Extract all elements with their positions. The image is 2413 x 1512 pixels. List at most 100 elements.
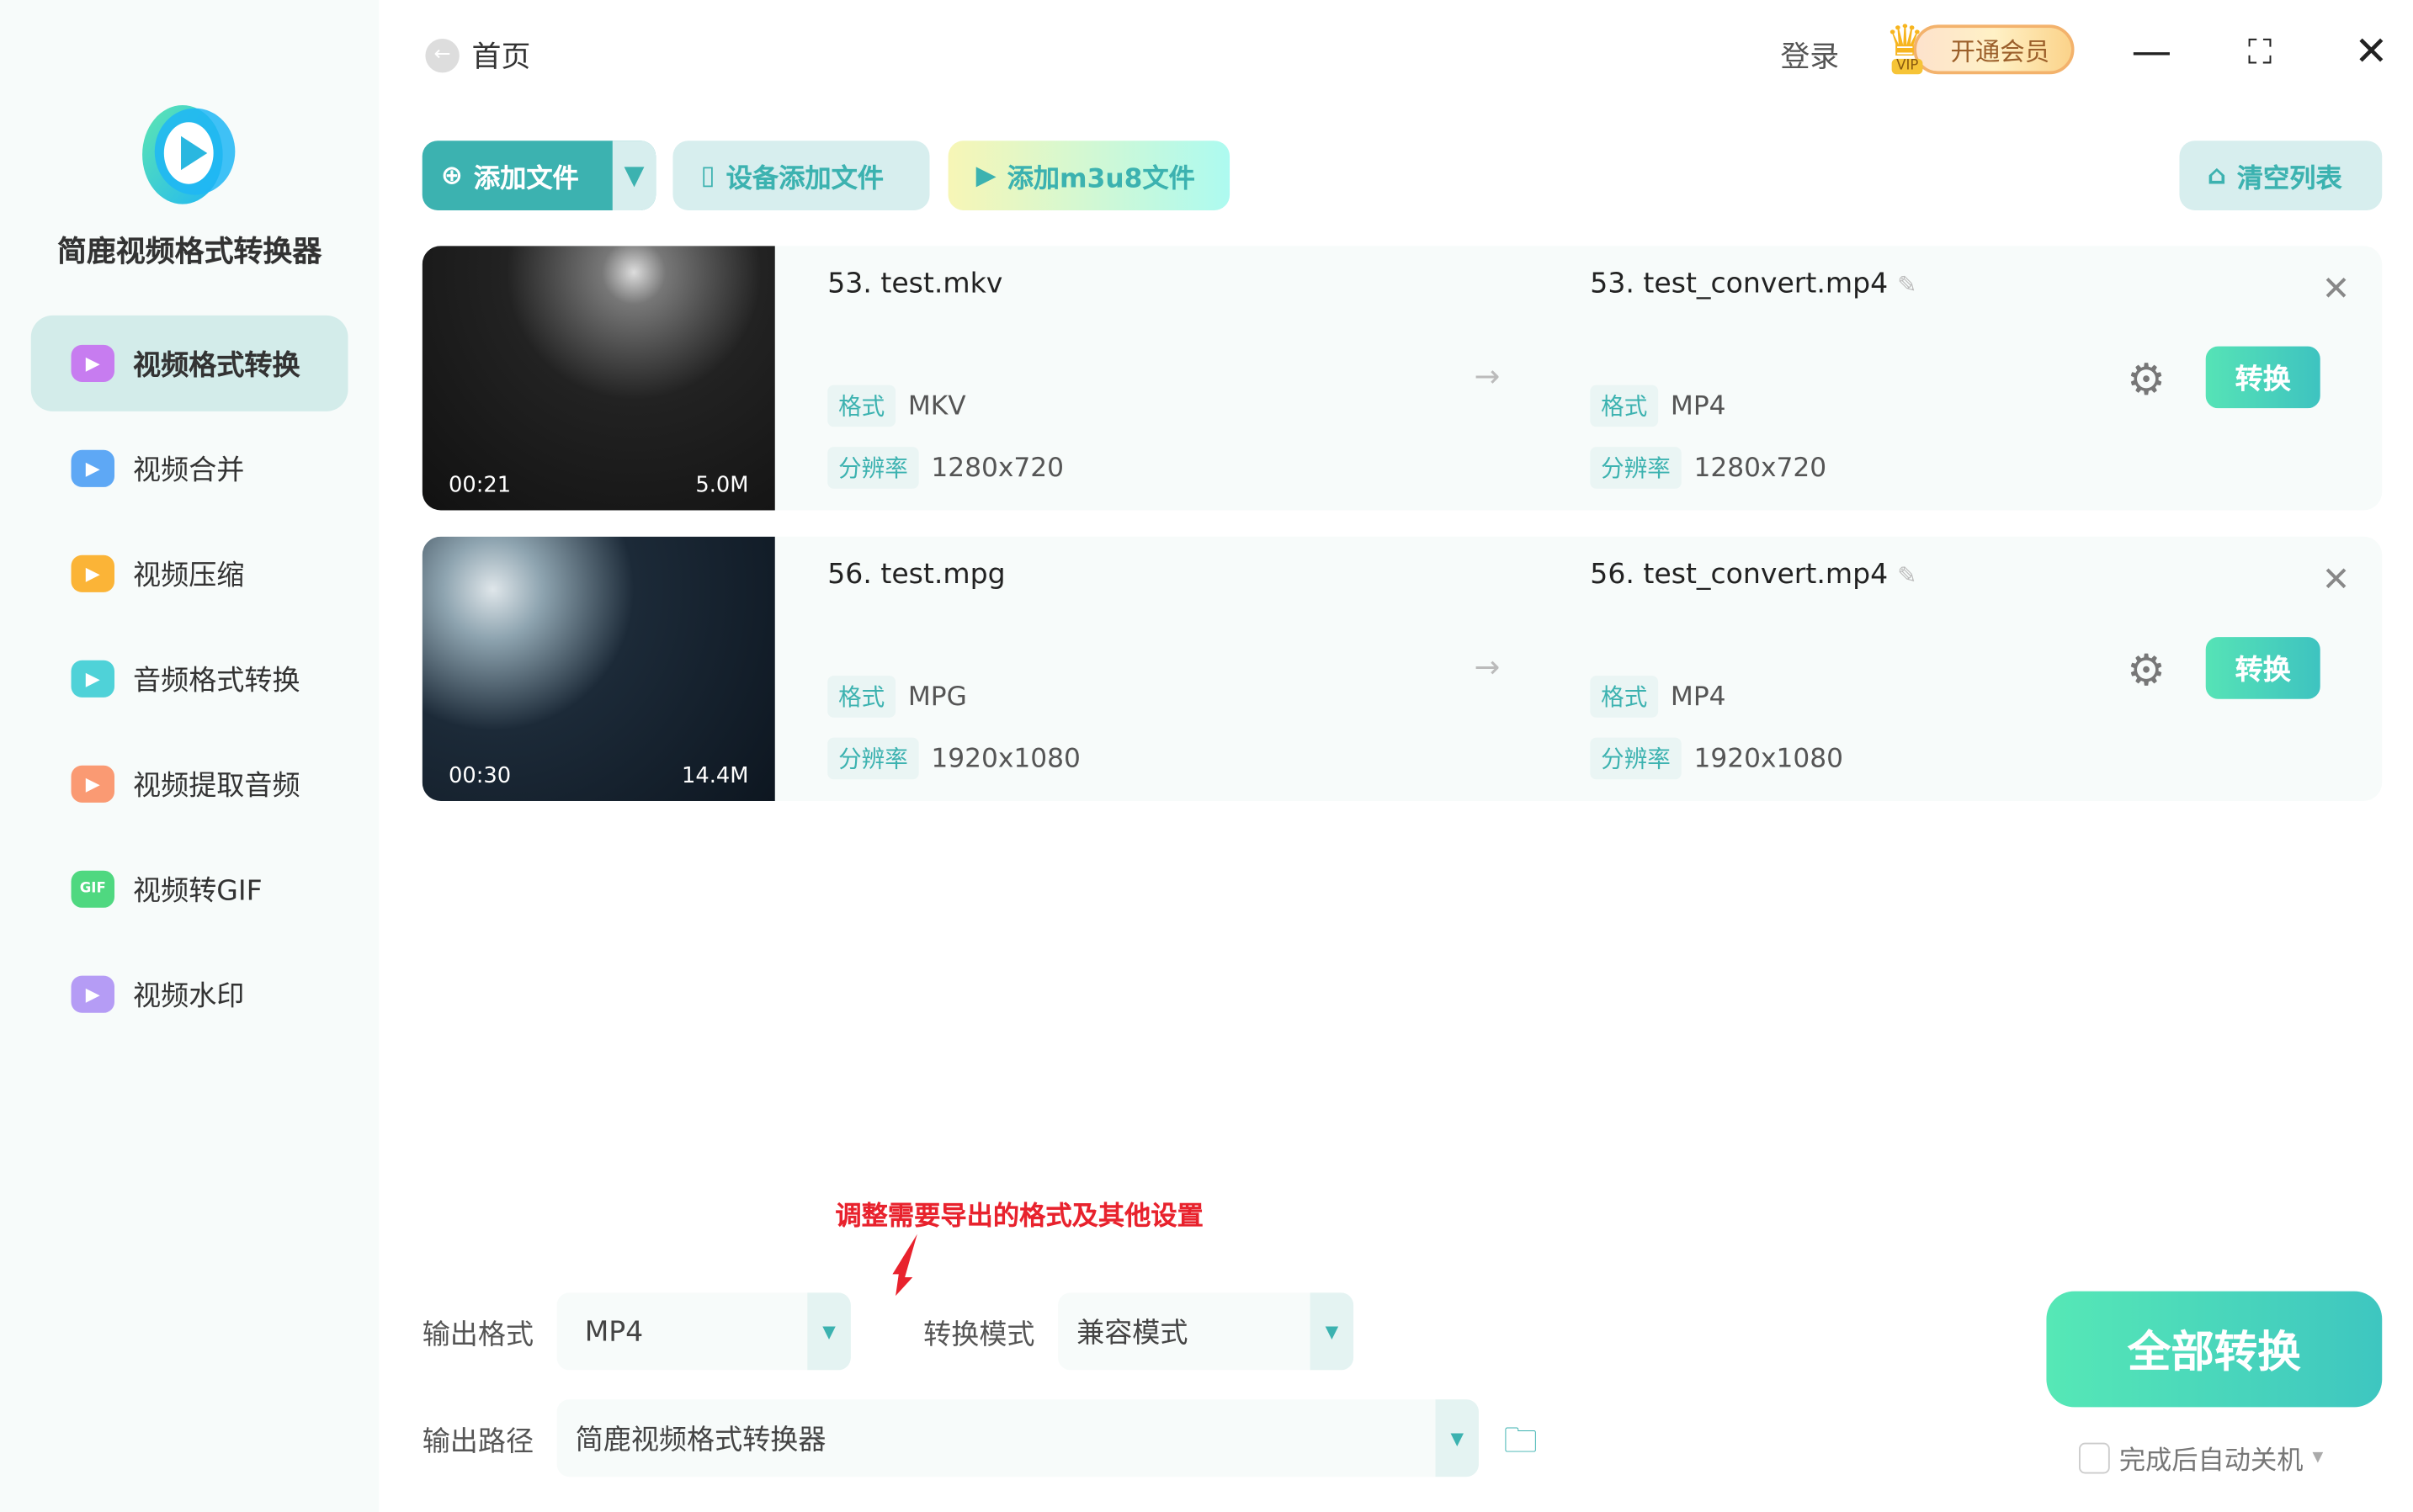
sidebar-item-label: 视频水印 xyxy=(133,980,245,1013)
gear-icon[interactable]: ⚙ xyxy=(2127,354,2166,406)
broom-icon: ⌂ xyxy=(2207,160,2226,191)
auto-shutdown-checkbox[interactable] xyxy=(2079,1441,2110,1473)
mode-label: 转换模式 xyxy=(923,1318,1035,1352)
vip-label: 开通会员 xyxy=(1913,24,2075,75)
arrow-right-icon: → xyxy=(1474,648,1501,686)
sidebar-item-label: 音频格式转换 xyxy=(133,665,300,698)
sidebar-item-compress[interactable]: ▶ 视频压缩 xyxy=(31,526,348,622)
source-name: 56. test.mpg xyxy=(827,558,1006,592)
add-file-label: 添加文件 xyxy=(473,163,579,195)
caret-down-icon: ▼ xyxy=(1310,1292,1354,1371)
video-thumbnail[interactable]: 00:30 14.4M xyxy=(422,536,775,801)
clear-list-button[interactable]: ⌂ 清空列表 xyxy=(2179,141,2383,210)
format-tag: 格式 xyxy=(1590,385,1659,427)
source-format: MKV xyxy=(907,390,966,422)
caret-down-icon: ▼ xyxy=(807,1292,851,1371)
sidebar-item-audio[interactable]: ▶ 音频格式转换 xyxy=(31,631,348,727)
remove-file-icon[interactable]: ✕ xyxy=(2322,561,2351,600)
format-tag: 格式 xyxy=(827,385,896,427)
mode-value: 兼容模式 xyxy=(1076,1317,1188,1350)
output-name-text: 53. test_convert.mp4 xyxy=(1590,267,1889,300)
video-file-icon: ▶ xyxy=(975,160,997,191)
output-path-value: 简鹿视频格式转换器 xyxy=(575,1424,826,1457)
resolution-tag: 分辨率 xyxy=(1590,737,1682,780)
output-format-label: 输出格式 xyxy=(422,1318,534,1352)
add-file-dropdown[interactable]: ▼ xyxy=(612,141,656,210)
file-card: 00:30 14.4M 56. test.mpg 格式 MPG 分辨率 1920x10… xyxy=(422,536,2383,801)
convert-button[interactable]: 转换 xyxy=(2205,346,2320,409)
merge-icon: ▶ xyxy=(71,449,114,487)
vip-tag: VIP xyxy=(1891,58,1923,75)
file-size: 14.4M xyxy=(681,763,749,789)
login-link[interactable]: 登录 xyxy=(1780,34,1839,76)
output-format-select[interactable]: MP4 ▼ xyxy=(556,1292,851,1371)
output-resolution: 1920x1080 xyxy=(1693,743,1843,774)
gear-icon[interactable]: ⚙ xyxy=(2127,645,2166,696)
output-format-value: MP4 xyxy=(584,1315,644,1348)
edit-pencil-icon[interactable]: ✎ xyxy=(1897,561,1916,589)
convert-button[interactable]: 转换 xyxy=(2205,637,2320,699)
watermark-icon: ▶ xyxy=(71,975,114,1013)
output-path-label: 输出路径 xyxy=(422,1425,534,1459)
sidebar-item-label: 视频压缩 xyxy=(133,560,245,592)
open-folder-icon[interactable]: 🗀 xyxy=(1503,1415,1537,1474)
close-window-button[interactable]: ✕ xyxy=(2343,24,2399,80)
format-tag: 格式 xyxy=(1590,676,1659,718)
maximize-button[interactable]: ⛶ xyxy=(2232,24,2288,80)
sidebar-item-label: 视频转GIF xyxy=(133,875,263,908)
output-format: MP4 xyxy=(1670,390,1726,422)
output-name[interactable]: 56. test_convert.mp4 ✎ xyxy=(1590,558,1916,591)
gif-icon: GIF xyxy=(71,870,114,908)
file-card: 00:21 5.0M 53. test.mkv 格式 MKV 分辨率 1280x720… xyxy=(422,246,2383,511)
device-add-button[interactable]: ▯ 设备添加文件 xyxy=(672,141,930,210)
app-logo-icon xyxy=(142,104,236,204)
output-name[interactable]: 53. test_convert.mp4 ✎ xyxy=(1590,268,1916,300)
source-format: MPG xyxy=(907,681,967,713)
convert-all-button[interactable]: 全部转换 xyxy=(2046,1291,2383,1408)
mode-select[interactable]: 兼容模式 ▼ xyxy=(1058,1292,1354,1371)
caret-down-icon[interactable]: ▼ xyxy=(2313,1450,2324,1465)
resolution-tag: 分辨率 xyxy=(827,737,919,780)
caret-down-icon: ▼ xyxy=(624,160,645,191)
output-path-select[interactable]: 简鹿视频格式转换器 ▼ xyxy=(556,1399,1479,1478)
sidebar-item-label: 视频合并 xyxy=(133,454,245,487)
caret-down-icon: ▼ xyxy=(1435,1399,1479,1478)
phone-icon: ▯ xyxy=(700,160,715,191)
remove-file-icon[interactable]: ✕ xyxy=(2322,271,2351,310)
auto-shutdown-option[interactable]: 完成后自动关机 ▼ xyxy=(2079,1438,2323,1477)
sidebar-item-merge[interactable]: ▶ 视频合并 xyxy=(31,421,348,517)
sidebar-item-label: 视频格式转换 xyxy=(133,349,300,382)
duration: 00:21 xyxy=(448,473,512,498)
vip-button[interactable]: 开通会员 ♛ VIP xyxy=(1885,15,2075,77)
sidebar-item-convert[interactable]: ▶ 视频格式转换 xyxy=(30,315,348,411)
annotation-arrow-icon xyxy=(892,1233,917,1297)
sidebar-item-extract-audio[interactable]: ▶ 视频提取音频 xyxy=(31,736,348,832)
home-link[interactable]: ← 首页 xyxy=(425,34,530,76)
audio-icon: ▶ xyxy=(71,660,114,698)
source-resolution: 1920x1080 xyxy=(931,743,1081,774)
video-thumbnail[interactable]: 00:21 5.0M xyxy=(422,246,775,511)
plus-circle-icon: ⊕ xyxy=(440,160,463,191)
home-label: 首页 xyxy=(471,40,531,75)
file-size: 5.0M xyxy=(695,473,749,498)
gif-badge: GIF xyxy=(79,881,106,897)
output-format: MP4 xyxy=(1670,681,1726,713)
sidebar-item-watermark[interactable]: ▶ 视频水印 xyxy=(31,947,348,1042)
annotation-text: 调整需要导出的格式及其他设置 xyxy=(835,1201,1204,1233)
app-name: 简鹿视频格式转换器 xyxy=(56,235,322,269)
compress-icon: ▶ xyxy=(71,554,114,592)
clear-list-label: 清空列表 xyxy=(2236,163,2342,195)
add-m3u8-label: 添加m3u8文件 xyxy=(1007,163,1195,195)
device-add-label: 设备添加文件 xyxy=(725,163,885,195)
add-m3u8-button[interactable]: ▶ 添加m3u8文件 xyxy=(948,141,1230,210)
edit-pencil-icon[interactable]: ✎ xyxy=(1897,271,1916,299)
extract-audio-icon: ▶ xyxy=(71,765,114,803)
output-name-text: 56. test_convert.mp4 xyxy=(1590,558,1889,592)
sidebar-item-gif[interactable]: GIF 视频转GIF xyxy=(31,841,348,937)
source-name: 53. test.mkv xyxy=(827,267,1003,300)
format-tag: 格式 xyxy=(827,676,896,718)
minimize-button[interactable]: — xyxy=(2123,24,2179,80)
duration: 00:30 xyxy=(448,763,512,789)
back-arrow-icon: ← xyxy=(425,38,460,72)
convert-icon: ▶ xyxy=(71,344,114,382)
